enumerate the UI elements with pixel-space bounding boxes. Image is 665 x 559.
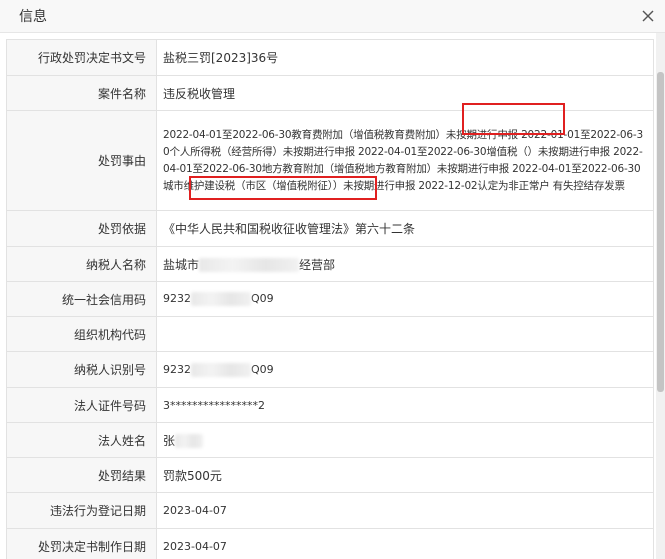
row-label: 处罚决定书制作日期 [6, 528, 157, 559]
row-value-taxpayer-name: 盐城市 经营部 [156, 246, 654, 282]
info-table: 行政处罚决定书文号 盐税三罚[2023]36号 案件名称 违反税收管理 处罚事由… [6, 39, 654, 559]
scrollbar-thumb[interactable] [657, 72, 664, 392]
table-row: 纳税人名称 盐城市 经营部 [6, 246, 654, 282]
row-value-decision-date: 2023-04-07 [156, 528, 654, 559]
row-value-register-date: 2023-04-07 [156, 492, 654, 529]
redacted-blur [175, 434, 204, 448]
row-value-taxpayer-id: 9232 Q09 [156, 351, 654, 388]
redacted-blur [191, 362, 251, 377]
row-label: 案件名称 [6, 75, 157, 111]
value-suffix: 经营部 [299, 257, 336, 272]
row-label: 处罚事由 [6, 110, 157, 211]
table-row: 纳税人识别号 9232 Q09 [6, 351, 654, 388]
table-row: 处罚结果 罚款500元 [6, 457, 654, 493]
row-label: 处罚依据 [6, 210, 157, 247]
dialog-title: 信息 [19, 9, 47, 25]
row-value-decision-number: 盐税三罚[2023]36号 [156, 39, 654, 76]
table-row: 法人证件号码 3****************2 [6, 387, 654, 423]
table-row: 处罚决定书制作日期 2023-04-07 [6, 528, 654, 559]
row-label: 组织机构代码 [6, 316, 157, 352]
row-value-org-code [156, 316, 654, 352]
row-label: 法人姓名 [6, 422, 157, 458]
row-value-penalty-result: 罚款500元 [156, 457, 654, 493]
value-prefix: 9232 [163, 292, 191, 305]
row-label: 纳税人识别号 [6, 351, 157, 388]
scrollbar[interactable] [656, 33, 665, 559]
value-suffix: Q09 [251, 362, 274, 376]
value-suffix: Q09 [251, 292, 274, 305]
row-value-legal-id: 3****************2 [156, 387, 654, 423]
table-row: 处罚依据 《中华人民共和国税收征收管理法》第六十二条 [6, 210, 654, 247]
row-label: 行政处罚决定书文号 [6, 39, 157, 76]
value-prefix: 9232 [163, 362, 191, 376]
row-label: 法人证件号码 [6, 387, 157, 423]
redacted-blur [199, 258, 300, 272]
row-label: 处罚结果 [6, 457, 157, 493]
table-row: 违法行为登记日期 2023-04-07 [6, 492, 654, 529]
row-value-credit-code: 9232 Q09 [156, 281, 654, 317]
penalty-reason-text: 2022-04-01至2022-06-30教育费附加（增值税教育费附加）未按期进… [163, 128, 643, 192]
redacted-blur [191, 292, 251, 306]
row-label: 违法行为登记日期 [6, 492, 157, 529]
row-value-legal-name: 张 [156, 422, 654, 458]
table-row: 法人姓名 张 [6, 422, 654, 458]
close-icon[interactable] [639, 7, 657, 25]
row-value-case-name: 违反税收管理 [156, 75, 654, 111]
row-value-penalty-reason: 2022-04-01至2022-06-30教育费附加（增值税教育费附加）未按期进… [156, 110, 654, 211]
table-row: 行政处罚决定书文号 盐税三罚[2023]36号 [6, 39, 654, 76]
dialog-content: 行政处罚决定书文号 盐税三罚[2023]36号 案件名称 违反税收管理 处罚事由… [0, 33, 665, 559]
table-row: 案件名称 违反税收管理 [6, 75, 654, 111]
table-row: 组织机构代码 [6, 316, 654, 352]
row-label: 统一社会信用码 [6, 281, 157, 317]
table-row: 处罚事由 2022-04-01至2022-06-30教育费附加（增值税教育费附加… [6, 110, 654, 211]
dialog-titlebar: 信息 [0, 0, 665, 33]
table-row: 统一社会信用码 9232 Q09 [6, 281, 654, 317]
value-prefix: 盐城市 [163, 257, 200, 272]
value-prefix: 张 [163, 433, 176, 448]
row-value-penalty-basis: 《中华人民共和国税收征收管理法》第六十二条 [156, 210, 654, 247]
row-label: 纳税人名称 [6, 246, 157, 282]
